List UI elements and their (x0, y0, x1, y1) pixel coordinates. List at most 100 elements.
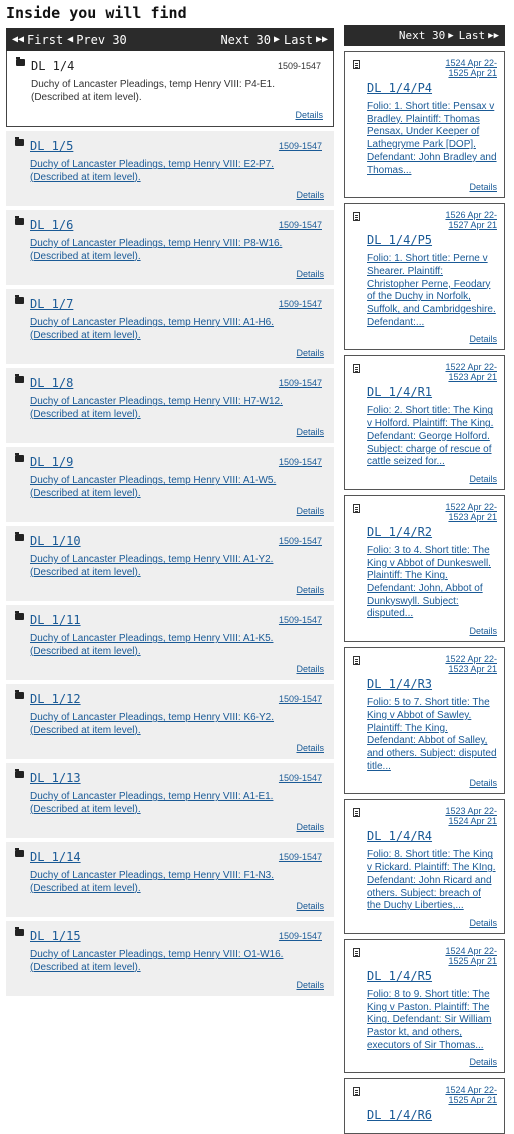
last-label: Last (284, 32, 313, 47)
record-description-link[interactable]: Duchy of Lancaster Pleadings, temp Henry… (30, 238, 326, 263)
folder-icon (15, 769, 24, 778)
child-record-date[interactable]: 1523 Apr 22-1524 Apr 21 (427, 806, 497, 826)
record-date[interactable]: 1509-1547 (279, 141, 322, 151)
child-record-description-link[interactable]: Folio: 5 to 7. Short title: The King v A… (367, 697, 497, 773)
record-date[interactable]: 1509-1547 (279, 378, 322, 388)
list-item[interactable]: DL 1/6 1509-1547 Duchy of Lancaster Pleadi… (6, 210, 334, 285)
details-link[interactable]: Details (367, 474, 497, 484)
child-record-date[interactable]: 1524 Apr 22-1525 Apr 21 (427, 58, 497, 78)
child-record-reference-link[interactable]: DL 1/4/R4 (367, 828, 497, 844)
record-description-link[interactable]: Duchy of Lancaster Pleadings, temp Henry… (30, 870, 326, 895)
child-list-item[interactable]: 1524 Apr 22-1525 Apr 21 DL 1/4/R5 Folio: 8… (344, 938, 505, 1074)
child-record-date[interactable]: 1524 Apr 22-1525 Apr 21 (427, 1085, 497, 1105)
pagination-bar: ◀◀ First ◀ Prev 30 Next 30 ▶ Last ▶▶ (6, 28, 334, 51)
record-date[interactable]: 1509-1547 (279, 220, 322, 230)
details-link[interactable]: Details (367, 626, 497, 636)
child-record-reference-link[interactable]: DL 1/4/R1 (367, 384, 497, 400)
details-link[interactable]: Details (15, 110, 325, 120)
list-item[interactable]: DL 1/15 1509-1547 Duchy of Lancaster Plead… (6, 921, 334, 996)
child-record-date[interactable]: 1522 Apr 22-1523 Apr 21 (427, 362, 497, 382)
record-description-link[interactable]: Duchy of Lancaster Pleadings, temp Henry… (30, 317, 326, 342)
record-date[interactable]: 1509-1547 (279, 615, 322, 625)
child-record-reference-link[interactable]: DL 1/4/R2 (367, 524, 497, 540)
details-link[interactable]: Details (367, 182, 497, 192)
record-description-link[interactable]: Duchy of Lancaster Pleadings, temp Henry… (30, 554, 326, 579)
details-link[interactable]: Details (14, 585, 326, 595)
child-record-reference-link[interactable]: DL 1/4/P5 (367, 232, 497, 248)
child-record-date[interactable]: 1524 Apr 22-1525 Apr 21 (427, 946, 497, 966)
record-description-link[interactable]: Duchy of Lancaster Pleadings, temp Henry… (30, 475, 326, 500)
child-record-reference-link[interactable]: DL 1/4/P4 (367, 80, 497, 96)
details-link[interactable]: Details (14, 822, 326, 832)
record-date[interactable]: 1509-1547 (279, 694, 322, 704)
list-item[interactable]: DL 1/5 1509-1547 Duchy of Lancaster Pleadi… (6, 131, 334, 206)
child-list-item[interactable]: 1522 Apr 22-1523 Apr 21 DL 1/4/R3 Folio: 5… (344, 647, 505, 795)
record-date[interactable]: 1509-1547 (279, 457, 322, 467)
list-item[interactable]: DL 1/10 1509-1547 Duchy of Lancaster Plead… (6, 526, 334, 601)
list-item[interactable]: DL 1/13 1509-1547 Duchy of Lancaster Plead… (6, 763, 334, 838)
child-record-date[interactable]: 1526 Apr 22-1527 Apr 21 (427, 210, 497, 230)
child-record-description-link[interactable]: Folio: 1. Short title: Pensax v Bradley.… (367, 101, 497, 177)
child-record-reference-link[interactable]: DL 1/4/R6 (367, 1107, 497, 1123)
child-record-reference-link[interactable]: DL 1/4/R5 (367, 968, 497, 984)
current-record-card: DL 1/4 1509-1547 Duchy of Lancaster Plea… (6, 51, 334, 127)
record-date[interactable]: 1509-1547 (279, 536, 322, 546)
details-link[interactable]: Details (367, 1057, 497, 1067)
document-icon (353, 212, 360, 222)
child-record-reference-link[interactable]: DL 1/4/R3 (367, 676, 497, 692)
child-list-item[interactable]: 1524 Apr 22-1525 Apr 21 DL 1/4/R6 (344, 1078, 505, 1134)
last-page-link[interactable]: Last ▶▶ (284, 33, 328, 47)
child-list-item[interactable]: 1524 Apr 22-1525 Apr 21 DL 1/4/P4 Folio: 1… (344, 51, 505, 199)
first-page-link[interactable]: ◀◀ First (12, 33, 63, 47)
details-link[interactable]: Details (14, 901, 326, 911)
list-item[interactable]: DL 1/12 1509-1547 Duchy of Lancaster Plead… (6, 684, 334, 759)
child-next-label: Next 30 (398, 29, 446, 42)
child-record-description-link[interactable]: Folio: 8. Short title: The King v Rickar… (367, 849, 497, 913)
record-description-link[interactable]: Duchy of Lancaster Pleadings, temp Henry… (30, 949, 326, 974)
folder-icon (15, 453, 24, 462)
record-description-link[interactable]: Duchy of Lancaster Pleadings, temp Henry… (30, 159, 326, 184)
child-list-item[interactable]: 1522 Apr 22-1523 Apr 21 DL 1/4/R1 Folio: 2… (344, 355, 505, 490)
details-link[interactable]: Details (14, 427, 326, 437)
details-link[interactable]: Details (14, 348, 326, 358)
record-date[interactable]: 1509-1547 (279, 773, 322, 783)
child-record-date[interactable]: 1522 Apr 22-1523 Apr 21 (427, 654, 497, 674)
details-link[interactable]: Details (14, 664, 326, 674)
list-item[interactable]: DL 1/11 1509-1547 Duchy of Lancaster Plead… (6, 605, 334, 680)
details-link[interactable]: Details (367, 334, 497, 344)
list-item[interactable]: DL 1/14 1509-1547 Duchy of Lancaster Plead… (6, 842, 334, 917)
details-link[interactable]: Details (14, 269, 326, 279)
list-item[interactable]: DL 1/8 1509-1547 Duchy of Lancaster Pleadi… (6, 368, 334, 443)
details-link[interactable]: Details (367, 778, 497, 788)
record-date[interactable]: 1509-1547 (279, 852, 322, 862)
record-description-link[interactable]: Duchy of Lancaster Pleadings, temp Henry… (30, 791, 326, 816)
record-description-link[interactable]: Duchy of Lancaster Pleadings, temp Henry… (30, 633, 326, 658)
record-date[interactable]: 1509-1547 (279, 299, 322, 309)
details-link[interactable]: Details (367, 918, 497, 928)
record-description-link[interactable]: Duchy of Lancaster Pleadings, temp Henry… (30, 712, 326, 737)
child-pagination-bar: Next 30 ▶ Last ▶▶ (344, 25, 505, 46)
details-link[interactable]: Details (14, 190, 326, 200)
list-item[interactable]: DL 1/7 1509-1547 Duchy of Lancaster Pleadi… (6, 289, 334, 364)
child-list-item[interactable]: 1522 Apr 22-1523 Apr 21 DL 1/4/R2 Folio: 3… (344, 494, 505, 643)
child-record-description-link[interactable]: Folio: 1. Short title: Perne v Shearer. … (367, 253, 497, 329)
document-icon (353, 364, 360, 374)
child-record-description-link[interactable]: Folio: 8 to 9. Short title: The King v P… (367, 989, 497, 1053)
record-description-link[interactable]: Duchy of Lancaster Pleadings, temp Henry… (30, 396, 326, 421)
child-list-item[interactable]: 1523 Apr 22-1524 Apr 21 DL 1/4/R4 Folio: 8… (344, 799, 505, 934)
details-link[interactable]: Details (14, 506, 326, 516)
next-page-link[interactable]: Next 30 ▶ (220, 33, 280, 47)
child-record-description-link[interactable]: Folio: 3 to 4. Short title: The King v A… (367, 545, 497, 621)
list-item[interactable]: DL 1/9 1509-1547 Duchy of Lancaster Pleadi… (6, 447, 334, 522)
details-link[interactable]: Details (14, 980, 326, 990)
record-date[interactable]: 1509-1547 (279, 931, 322, 941)
child-next-page-link[interactable]: Next 30 ▶ (399, 29, 454, 42)
pagination-forward-group: Next 30 ▶ Last ▶▶ (220, 33, 328, 47)
child-record-description-link[interactable]: Folio: 2. Short title: The King v Holfor… (367, 405, 497, 469)
pagination-back-group: ◀◀ First ◀ Prev 30 (12, 33, 127, 47)
child-last-page-link[interactable]: Last ▶▶ (459, 29, 499, 42)
details-link[interactable]: Details (14, 743, 326, 753)
prev-page-link[interactable]: ◀ Prev 30 (67, 33, 127, 47)
child-record-date[interactable]: 1522 Apr 22-1523 Apr 21 (427, 502, 497, 522)
child-list-item[interactable]: 1526 Apr 22-1527 Apr 21 DL 1/4/P5 Folio: 1… (344, 203, 505, 351)
